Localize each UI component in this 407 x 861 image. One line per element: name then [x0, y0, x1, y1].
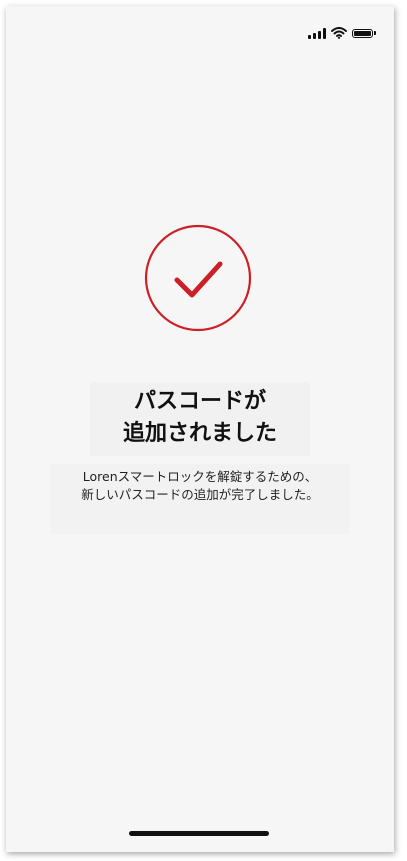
success-description-line1: Lorenスマートロックを解錠するための、 [82, 469, 318, 484]
battery-icon [352, 28, 376, 38]
success-title-line1: パスコードが [133, 389, 266, 414]
cellular-signal-icon [308, 27, 326, 39]
success-title: パスコードが 追加されました [90, 382, 310, 456]
success-description-line2: 新しいパスコードの追加が完了しました。 [81, 487, 319, 502]
success-title-line2: 追加されました [122, 421, 277, 446]
success-description: Lorenスマートロックを解錠するための、 新しいパスコードの追加が完了しました… [50, 464, 350, 534]
wifi-icon [331, 27, 347, 39]
phone-screen: パスコードが 追加されました Lorenスマートロックを解錠するための、 新しい… [6, 6, 394, 852]
status-bar [308, 26, 376, 40]
home-indicator[interactable] [129, 831, 269, 836]
checkmark-circle-icon [144, 224, 252, 332]
